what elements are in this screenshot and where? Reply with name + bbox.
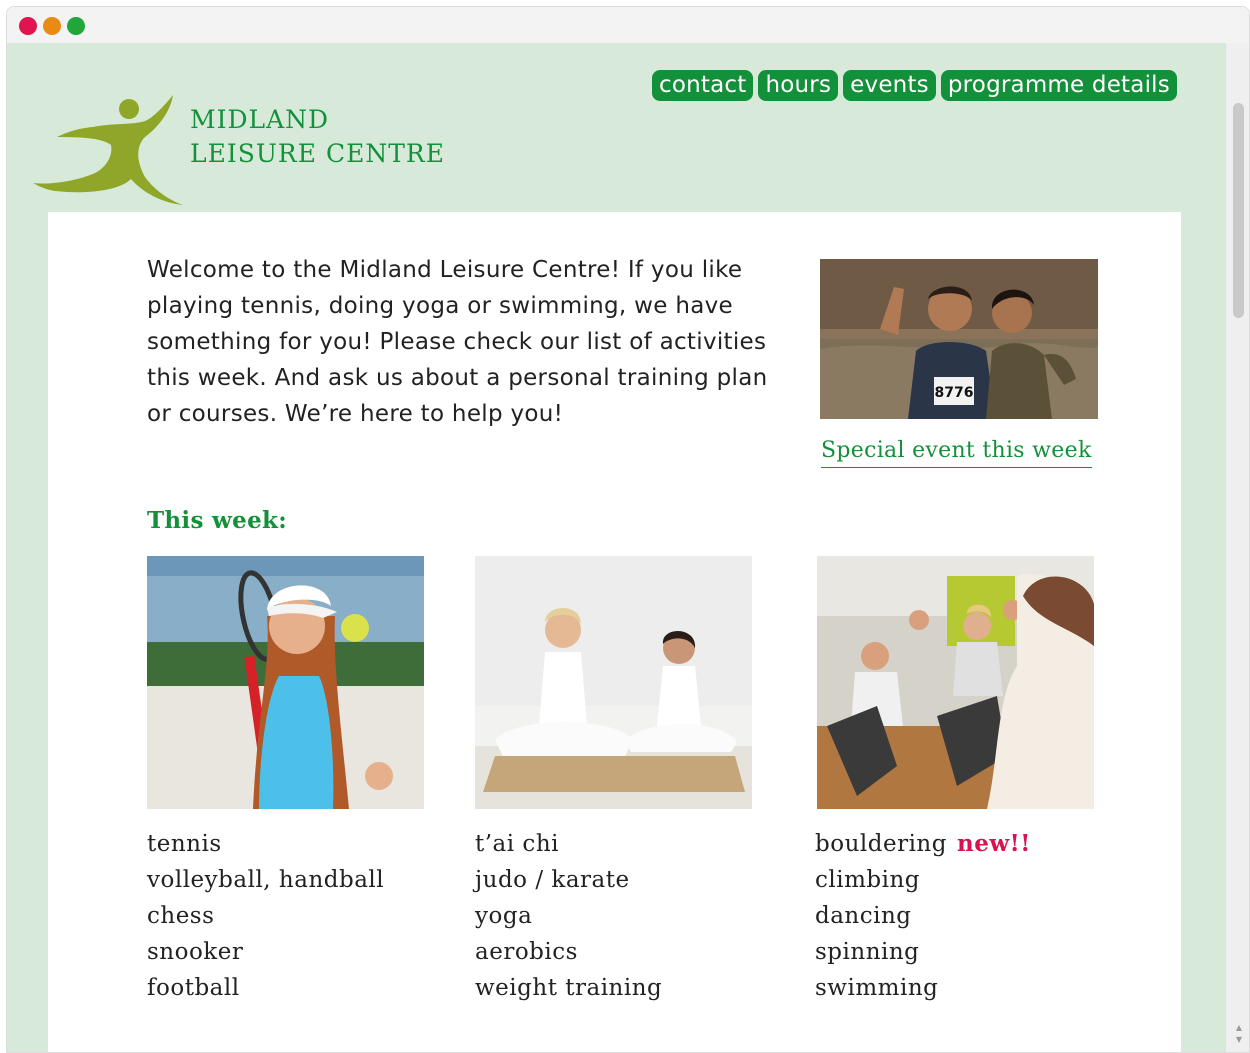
- list-item: spinning: [815, 939, 920, 965]
- special-event-photo[interactable]: 8776: [820, 259, 1098, 419]
- list-item: climbing: [815, 867, 921, 893]
- main-content: Welcome to the Midland Leisure Centre! I…: [48, 212, 1181, 1052]
- list-item: judo / karate: [475, 867, 630, 893]
- special-event-link[interactable]: Special event this week: [821, 436, 1092, 468]
- scrollbar-thumb[interactable]: [1233, 103, 1244, 318]
- list-item: swimming: [815, 975, 939, 1001]
- list-item: chess: [147, 903, 215, 929]
- new-badge: new!!: [956, 830, 1031, 857]
- site-title-line-1: MIDLAND: [190, 105, 330, 134]
- list-item: aerobics: [475, 939, 578, 965]
- race-bib-number: 8776: [935, 385, 974, 401]
- title-bar: [7, 7, 1249, 43]
- nav-hours[interactable]: hours: [758, 70, 839, 101]
- vertical-scrollbar[interactable]: ▲ ▼: [1225, 43, 1249, 1052]
- welcome-text: Welcome to the Midland Leisure Centre! I…: [147, 257, 768, 427]
- minimize-window-button[interactable]: [43, 17, 61, 35]
- nav-contact[interactable]: contact: [652, 70, 754, 101]
- site-title-line-2: LEISURE CENTRE: [190, 139, 445, 168]
- list-item: tennis: [147, 831, 222, 857]
- list-item: weight training: [475, 975, 663, 1001]
- activity-list-column-1: tennis volleyball, handball chess snooke…: [147, 826, 384, 1006]
- activity-list-column-3: bouldering new!! climbing dancing spinnin…: [815, 826, 1031, 1006]
- nav-programme-details[interactable]: programme details: [940, 70, 1177, 101]
- activity-list-column-2: t’ai chi judo / karate yoga aerobics wei…: [475, 826, 662, 1006]
- list-item: volleyball, handball: [147, 867, 385, 893]
- list-item: yoga: [475, 903, 533, 929]
- list-item: snooker: [147, 939, 244, 965]
- site-title[interactable]: MIDLAND LEISURE CENTRE: [190, 103, 445, 171]
- running-figure-logo-icon[interactable]: [33, 93, 193, 208]
- spinning-class-photo: [817, 556, 1094, 809]
- close-window-button[interactable]: [19, 17, 37, 35]
- list-item: football: [147, 975, 240, 1001]
- tennis-photo: [147, 556, 424, 809]
- list-item: dancing: [815, 903, 912, 929]
- this-week-heading: This week:: [147, 507, 288, 534]
- page-viewport: contact hours events programme details M…: [7, 43, 1225, 1052]
- maximize-window-button[interactable]: [67, 17, 85, 35]
- arrow-down-icon[interactable]: ▼: [1233, 1035, 1245, 1045]
- top-navigation: contact hours events programme details: [652, 70, 1177, 101]
- yoga-photo: [475, 556, 752, 809]
- list-item: bouldering new!!: [815, 826, 1031, 862]
- activity-label: bouldering: [815, 831, 947, 857]
- nav-events[interactable]: events: [843, 70, 936, 101]
- arrow-up-icon[interactable]: ▲: [1233, 1023, 1245, 1033]
- list-item: t’ai chi: [475, 831, 559, 857]
- browser-window: contact hours events programme details M…: [6, 6, 1250, 1053]
